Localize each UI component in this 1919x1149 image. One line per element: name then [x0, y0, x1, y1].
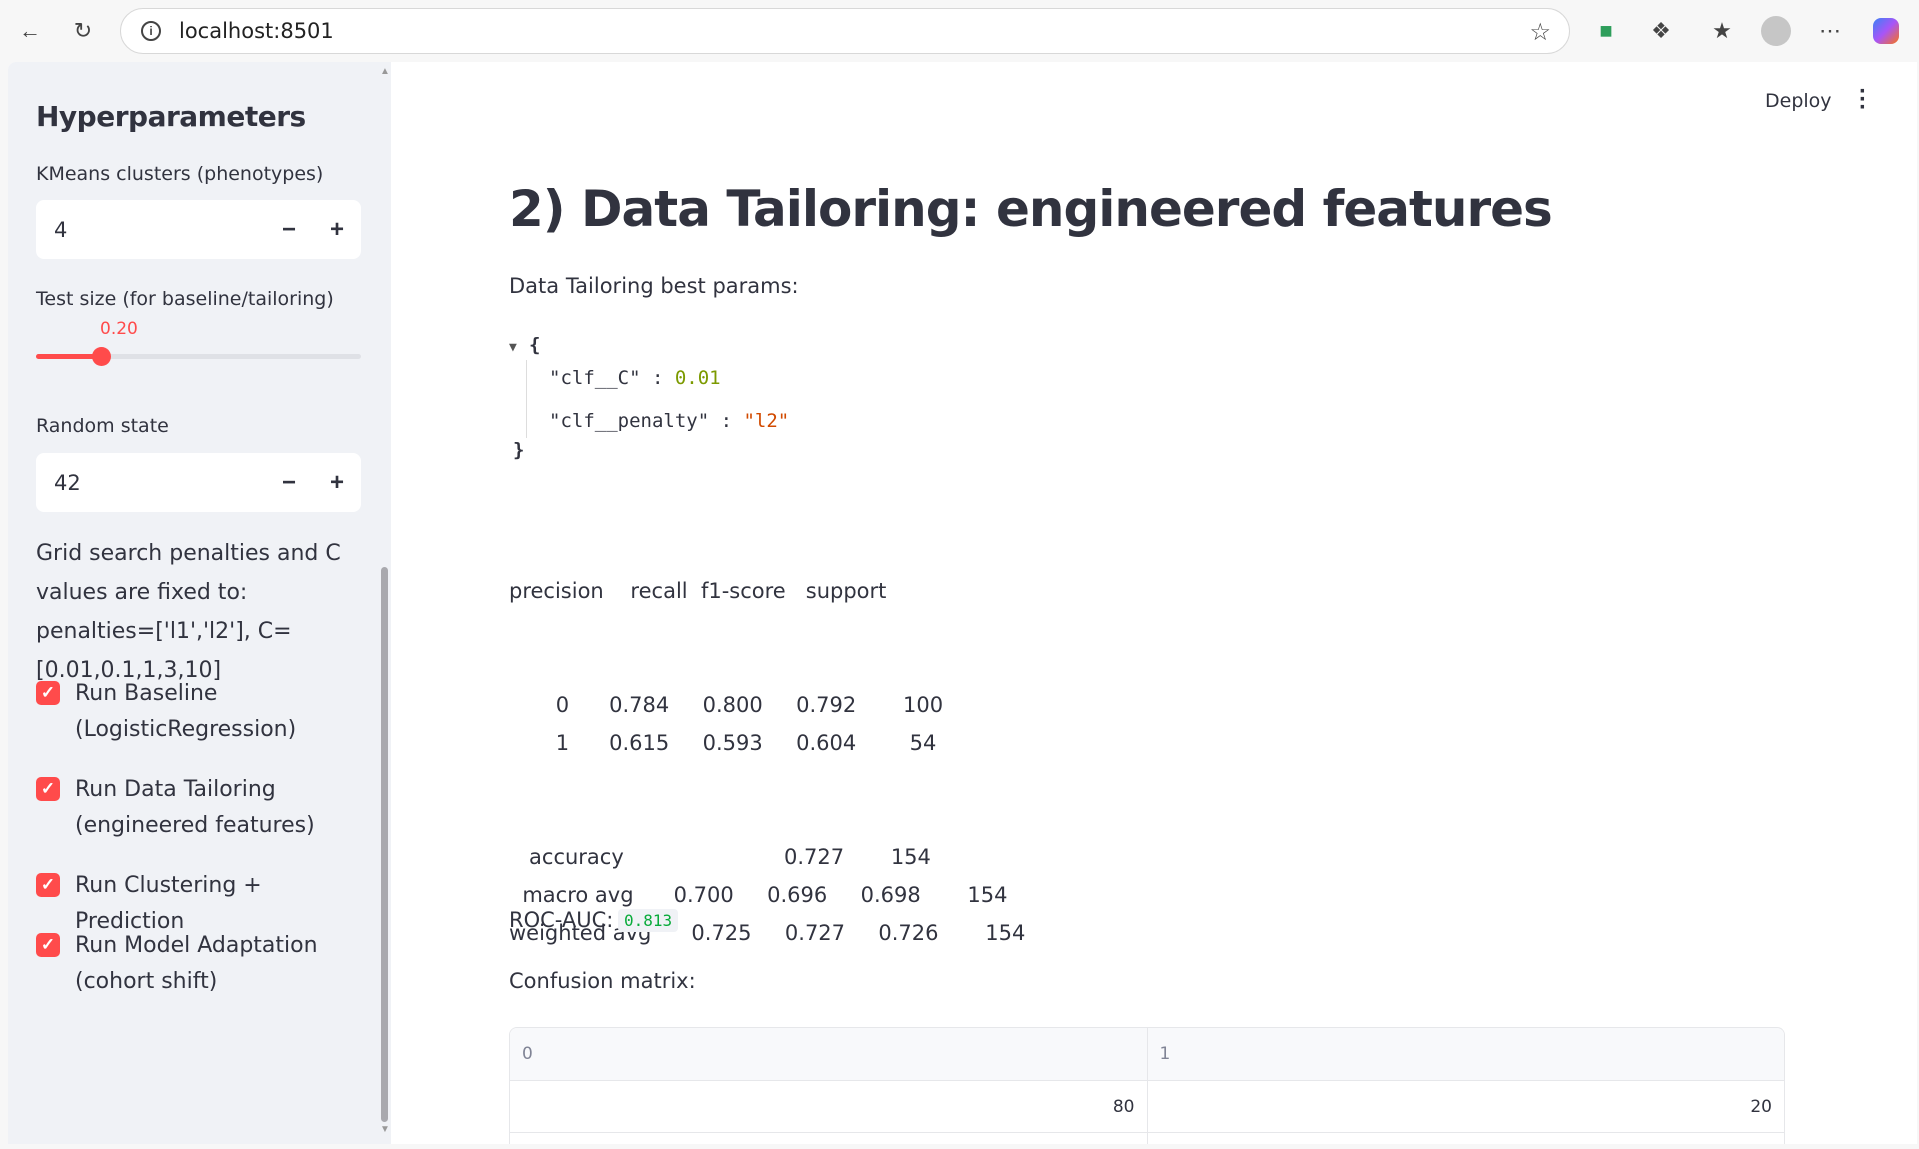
deploy-button[interactable]: Deploy — [1765, 90, 1832, 112]
slider-thumb[interactable] — [92, 347, 111, 366]
json-key: "clf__penalty" — [549, 410, 710, 432]
column-header[interactable]: 0 — [510, 1028, 1147, 1080]
confusion-matrix-table[interactable]: 0 1 80 20 22 32 — [509, 1027, 1785, 1144]
test-size-label: Test size (for baseline/tailoring) — [36, 288, 334, 310]
checkbox-checked-icon[interactable]: ✓ — [36, 777, 60, 801]
random-state-increment-button[interactable]: + — [313, 453, 361, 512]
url-text: localhost:8501 — [179, 19, 334, 43]
table-cell[interactable]: 32 — [1146, 1133, 1785, 1144]
checkbox-checked-icon[interactable]: ✓ — [36, 933, 60, 957]
kmeans-number-input[interactable]: 4 − + — [36, 200, 361, 259]
reload-icon[interactable]: ↻ — [65, 13, 101, 49]
sidebar: Hyperparameters KMeans clusters (phenoty… — [8, 62, 391, 1144]
favorites-icon[interactable]: ★ — [1704, 13, 1740, 49]
json-string-value: "l2" — [743, 410, 790, 432]
browser-toolbar: ← ↻ i localhost:8501 ☆ ■ ❖ ★ ⋯ — [0, 0, 1919, 62]
more-options-icon[interactable]: ⋯ — [1812, 13, 1848, 49]
checkbox-run-data-tailoring[interactable]: ✓ Run Data Tailoring (engineered feature… — [36, 772, 355, 844]
test-size-slider[interactable] — [36, 347, 361, 366]
table-cell[interactable]: 20 — [1146, 1081, 1785, 1132]
extension-robot-icon[interactable]: ■ — [1588, 13, 1624, 49]
checkbox-run-model-adaptation[interactable]: ✓ Run Model Adaptation (cohort shift) — [36, 928, 355, 1000]
checkbox-run-baseline[interactable]: ✓ Run Baseline (LogisticRegression) — [36, 676, 355, 748]
random-state-label: Random state — [36, 415, 169, 437]
roc-auc-label: ROC-AUC: — [509, 908, 614, 932]
json-key: "clf__C" — [549, 367, 641, 389]
json-brace-open: { — [529, 334, 541, 356]
grid-search-note: Grid search penalties and C values are f… — [36, 541, 341, 683]
confusion-matrix-label: Confusion matrix: — [509, 969, 696, 993]
profile-avatar-icon[interactable] — [1758, 13, 1794, 49]
favorite-star-icon[interactable]: ☆ — [1529, 18, 1551, 47]
json-number-value: 0.01 — [674, 367, 721, 389]
json-entry-c: "clf__C" : 0.01 — [549, 367, 721, 389]
main-menu-icon[interactable]: · · · — [1858, 80, 1868, 120]
page-title: 2) Data Tailoring: engineered features — [509, 180, 1553, 238]
json-entry-penalty: "clf__penalty" : "l2" — [549, 410, 790, 432]
copilot-icon[interactable] — [1868, 13, 1904, 49]
back-icon[interactable]: ← — [12, 13, 48, 49]
table-row: 22 32 — [510, 1132, 1784, 1144]
json-indent-guide — [526, 360, 527, 438]
sidebar-title: Hyperparameters — [36, 100, 306, 133]
best-params-label: Data Tailoring best params: — [509, 274, 799, 298]
kmeans-value[interactable]: 4 — [54, 218, 265, 242]
random-state-decrement-button[interactable]: − — [265, 453, 313, 512]
kmeans-label: KMeans clusters (phenotypes) — [36, 163, 324, 185]
roc-auc-value: 0.813 — [618, 909, 679, 932]
extensions-puzzle-icon[interactable]: ❖ — [1643, 13, 1679, 49]
kmeans-decrement-button[interactable]: − — [265, 200, 313, 259]
checkbox-checked-icon[interactable]: ✓ — [36, 873, 60, 897]
collapse-triangle-icon[interactable]: ▼ — [509, 340, 517, 355]
checkbox-checked-icon[interactable]: ✓ — [36, 681, 60, 705]
kmeans-increment-button[interactable]: + — [313, 200, 361, 259]
json-brace-close: } — [513, 439, 525, 461]
random-state-number-input[interactable]: 42 − + — [36, 453, 361, 512]
table-cell[interactable]: 80 — [510, 1081, 1147, 1132]
checkbox-label[interactable]: Run Model Adaptation (cohort shift) — [75, 928, 355, 1000]
scrollbar-thumb[interactable] — [381, 567, 388, 1122]
checkbox-label[interactable]: Run Baseline (LogisticRegression) — [75, 676, 355, 748]
scroll-down-arrow-icon[interactable]: ▼ — [380, 1124, 390, 1135]
info-icon[interactable]: i — [141, 21, 161, 41]
column-header[interactable]: 1 — [1146, 1028, 1785, 1080]
checkbox-label[interactable]: Run Data Tailoring (engineered features) — [75, 772, 355, 844]
streamlit-app: Hyperparameters KMeans clusters (phenoty… — [8, 62, 1917, 1144]
sidebar-scrollbar[interactable]: ▲ ▼ — [377, 62, 391, 1144]
table-cell[interactable]: 22 — [510, 1133, 1147, 1144]
scroll-up-arrow-icon[interactable]: ▲ — [380, 66, 390, 77]
classification-report: precision recall f1-score support 0 0.78… — [509, 579, 1026, 945]
table-header-row: 0 1 — [510, 1028, 1784, 1080]
test-size-value: 0.20 — [100, 319, 138, 339]
table-row: 80 20 — [510, 1080, 1784, 1132]
random-state-value[interactable]: 42 — [54, 471, 265, 495]
address-bar[interactable]: i localhost:8501 ☆ — [120, 8, 1570, 54]
